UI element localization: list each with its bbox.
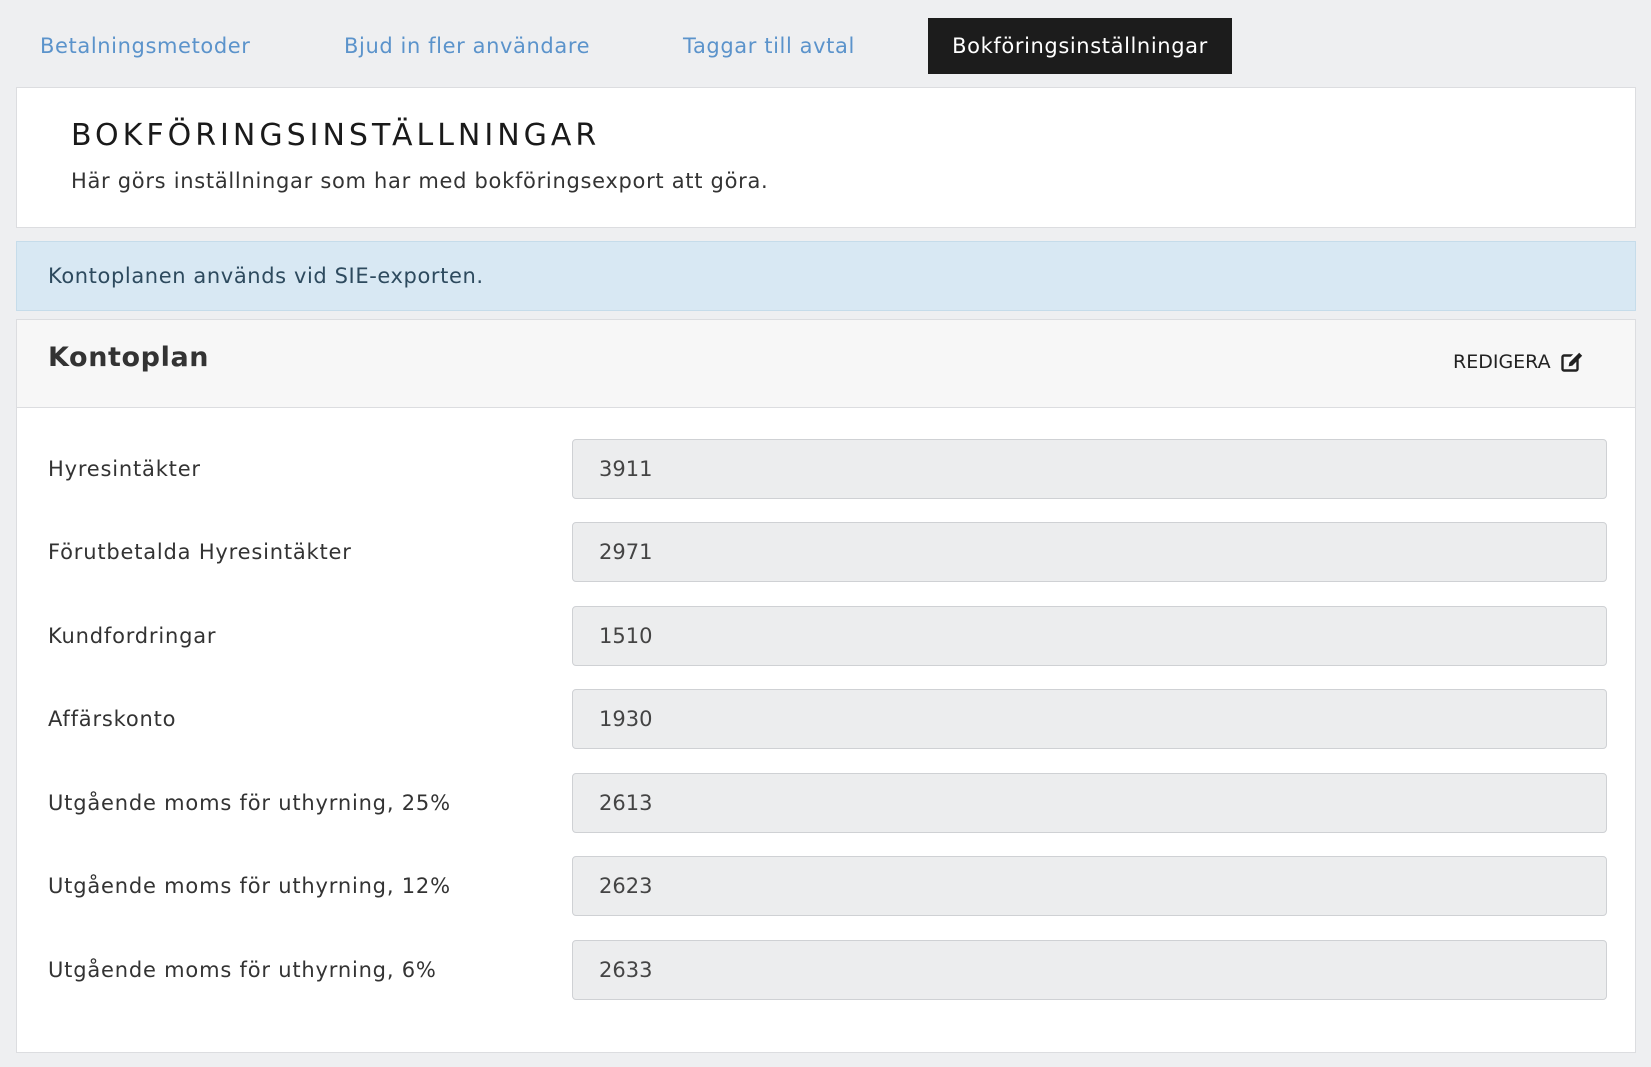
- tab-betalningsmetoder[interactable]: Betalningsmetoder: [40, 18, 251, 74]
- panel-header: Kontoplan REDIGERA: [17, 320, 1635, 408]
- field-label: Affärskonto: [48, 707, 177, 731]
- edit-icon: [1560, 352, 1583, 372]
- field-label: Förutbetalda Hyresintäkter: [48, 540, 352, 564]
- kontoplan-panel: Kontoplan REDIGERA Hyresintäkter Förutbe…: [16, 319, 1636, 1053]
- field-row-forutbetalda-hyresintakter: Förutbetalda Hyresintäkter: [17, 522, 1635, 582]
- field-label: Utgående moms för uthyrning, 12%: [48, 874, 451, 898]
- account-input-hyresintakter[interactable]: [572, 439, 1607, 499]
- field-label: Utgående moms för uthyrning, 6%: [48, 958, 437, 982]
- field-row-moms-6: Utgående moms för uthyrning, 6%: [17, 940, 1635, 1000]
- field-row-affarskonto: Affärskonto: [17, 689, 1635, 749]
- page-title: BOKFÖRINGSINSTÄLLNINGAR: [71, 118, 601, 153]
- page-header: BOKFÖRINGSINSTÄLLNINGAR Här görs inställ…: [16, 87, 1636, 228]
- tab-taggar-till-avtal[interactable]: Taggar till avtal: [683, 18, 855, 74]
- page-subtitle: Här görs inställningar som har med bokfö…: [71, 169, 769, 193]
- tab-bokforingsinstallningar[interactable]: Bokföringsinställningar: [928, 18, 1232, 74]
- account-input-forutbetalda-hyresintakter[interactable]: [572, 522, 1607, 582]
- settings-tabs: Betalningsmetoder Bjud in fler användare…: [0, 0, 1651, 88]
- field-row-hyresintakter: Hyresintäkter: [17, 439, 1635, 499]
- info-alert: Kontoplanen används vid SIE-exporten.: [16, 241, 1636, 311]
- field-row-moms-25: Utgående moms för uthyrning, 25%: [17, 773, 1635, 833]
- tab-bjud-in-anvandare[interactable]: Bjud in fler användare: [344, 18, 590, 74]
- edit-button-label: REDIGERA: [1453, 351, 1551, 373]
- account-input-kundfordringar[interactable]: [572, 606, 1607, 666]
- panel-title: Kontoplan: [48, 342, 210, 373]
- account-input-affarskonto[interactable]: [572, 689, 1607, 749]
- account-input-moms-12[interactable]: [572, 856, 1607, 916]
- field-row-kundfordringar: Kundfordringar: [17, 606, 1635, 666]
- edit-button[interactable]: REDIGERA: [1453, 351, 1583, 373]
- account-input-moms-25[interactable]: [572, 773, 1607, 833]
- account-input-moms-6[interactable]: [572, 940, 1607, 1000]
- field-label: Utgående moms för uthyrning, 25%: [48, 791, 451, 815]
- field-row-moms-12: Utgående moms för uthyrning, 12%: [17, 856, 1635, 916]
- field-label: Kundfordringar: [48, 624, 217, 648]
- info-alert-text: Kontoplanen används vid SIE-exporten.: [48, 264, 484, 288]
- field-label: Hyresintäkter: [48, 457, 201, 481]
